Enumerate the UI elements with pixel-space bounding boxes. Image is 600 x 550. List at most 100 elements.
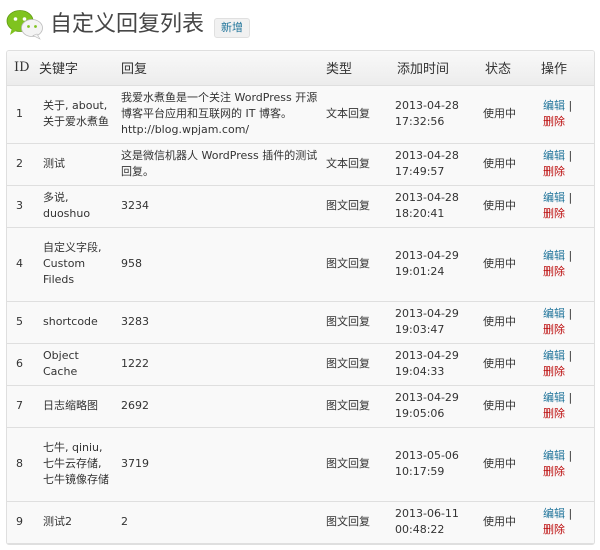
row-date: 2013-06-11 — [395, 507, 459, 520]
row-status: 使用中 — [479, 342, 535, 386]
reply-list-table: ID 关键字 回复 类型 添加时间 状态 操作 1 关于, about, 关于爱水… — [6, 50, 595, 545]
edit-link[interactable]: 编辑 — [543, 249, 565, 262]
action-separator: | — [568, 507, 573, 520]
row-reply: 我爱水煮鱼是一个关注 WordPress 开源博客平台应用和互联网的 IT 博客… — [115, 84, 320, 144]
delete-link[interactable]: 删除 — [543, 365, 565, 378]
row-date: 2013-04-29 — [395, 307, 459, 320]
edit-link[interactable]: 编辑 — [543, 99, 565, 112]
row-type: 文本回复 — [320, 142, 391, 186]
page-header: 自定义回复列表 新增 — [0, 0, 600, 48]
row-time: 19:05:06 — [395, 407, 445, 420]
row-reply: 3234 — [115, 184, 320, 228]
action-separator: | — [568, 99, 573, 112]
row-type: 图文回复 — [320, 300, 391, 344]
action-separator: | — [568, 307, 573, 320]
page-title: 自定义回复列表 — [50, 12, 205, 37]
action-separator: | — [568, 449, 573, 462]
row-reply: 2 — [115, 500, 320, 544]
row-date: 2013-04-29 — [395, 249, 459, 262]
row-reply: 1222 — [115, 342, 320, 386]
row-time: 17:49:57 — [395, 165, 445, 178]
reply-table: ID 关键字 回复 类型 添加时间 状态 操作 1 关于, about, 关于爱水… — [7, 51, 594, 544]
edit-link[interactable]: 编辑 — [543, 349, 565, 362]
table-row: 8 七牛, qiniu, 七牛云存储, 七牛镜像存储 3719 图文回复 2013-05… — [7, 426, 594, 502]
row-added-time: 2013-04-28 18:20:41 — [391, 184, 479, 228]
row-actions: 编辑 | 删除 — [535, 342, 594, 386]
row-time: 19:04:33 — [395, 365, 445, 378]
action-separator: | — [568, 149, 573, 162]
edit-link[interactable]: 编辑 — [543, 307, 565, 320]
row-actions: 编辑 | 删除 — [535, 184, 594, 228]
table-row: 4 自定义字段, Custom Fileds 958 图文回复 2013-04-29 19… — [7, 226, 594, 302]
row-id: 9 — [7, 500, 33, 544]
row-added-time: 2013-04-29 19:01:24 — [391, 226, 479, 302]
column-header-id[interactable]: ID — [7, 51, 33, 86]
row-date: 2013-04-28 — [395, 149, 459, 162]
row-actions: 编辑 | 删除 — [535, 142, 594, 186]
delete-link[interactable]: 删除 — [543, 265, 565, 278]
table-row: 6 Object Cache 1222 图文回复 2013-04-29 19:04:33 使… — [7, 342, 594, 386]
delete-link[interactable]: 删除 — [543, 407, 565, 420]
table-row: 3 多说, duoshuo 3234 图文回复 2013-04-28 18:20:41 使用… — [7, 184, 594, 228]
row-date: 2013-05-06 — [395, 449, 459, 462]
table-row: 1 关于, about, 关于爱水煮鱼 我爱水煮鱼是一个关注 WordPress 开… — [7, 84, 594, 144]
row-status: 使用中 — [479, 142, 535, 186]
table-row: 5 shortcode 3283 图文回复 2013-04-29 19:03:47 使用中编… — [7, 300, 594, 344]
row-keyword: 七牛, qiniu, 七牛云存储, 七牛镜像存储 — [33, 426, 115, 502]
row-time: 19:01:24 — [395, 265, 445, 278]
add-new-button[interactable]: 新增 — [214, 18, 250, 38]
row-id: 3 — [7, 184, 33, 228]
row-keyword: 日志缩略图 — [33, 384, 115, 428]
row-date: 2013-04-28 — [395, 99, 459, 112]
row-type: 图文回复 — [320, 500, 391, 544]
action-separator: | — [568, 391, 573, 404]
row-time: 19:03:47 — [395, 323, 445, 336]
row-actions: 编辑 | 删除 — [535, 226, 594, 302]
edit-link[interactable]: 编辑 — [543, 191, 565, 204]
table-row: 2 测试 这是微信机器人 WordPress 插件的测试回复。 文本回复 2013-04… — [7, 142, 594, 186]
row-id: 6 — [7, 342, 33, 386]
row-added-time: 2013-04-28 17:49:57 — [391, 142, 479, 186]
edit-link[interactable]: 编辑 — [543, 507, 565, 520]
delete-link[interactable]: 删除 — [543, 115, 565, 128]
row-status: 使用中 — [479, 84, 535, 144]
wechat-logo-icon — [6, 10, 43, 40]
table-body: 1 关于, about, 关于爱水煮鱼 我爱水煮鱼是一个关注 WordPress 开… — [7, 84, 594, 544]
delete-link[interactable]: 删除 — [543, 165, 565, 178]
edit-link[interactable]: 编辑 — [543, 391, 565, 404]
row-added-time: 2013-04-29 19:03:47 — [391, 300, 479, 344]
row-time: 18:20:41 — [395, 207, 445, 220]
edit-link[interactable]: 编辑 — [543, 149, 565, 162]
row-time: 00:48:22 — [395, 523, 445, 536]
row-id: 5 — [7, 300, 33, 344]
action-separator: | — [568, 249, 573, 262]
row-reply: 3283 — [115, 300, 320, 344]
row-id: 4 — [7, 226, 33, 302]
row-keyword: 多说, duoshuo — [33, 184, 115, 228]
delete-link[interactable]: 删除 — [543, 523, 565, 536]
delete-link[interactable]: 删除 — [543, 323, 565, 336]
delete-link[interactable]: 删除 — [543, 207, 565, 220]
row-keyword: shortcode — [33, 300, 115, 344]
column-header-type[interactable]: 类型 — [320, 51, 391, 86]
row-keyword: 关于, about, 关于爱水煮鱼 — [33, 84, 115, 144]
column-header-reply[interactable]: 回复 — [115, 51, 320, 86]
row-type: 文本回复 — [320, 84, 391, 144]
row-status: 使用中 — [479, 300, 535, 344]
column-header-keyword[interactable]: 关键字 — [33, 51, 115, 86]
column-header-actions[interactable]: 操作 — [535, 51, 594, 86]
column-header-status[interactable]: 状态 — [479, 51, 535, 86]
column-header-added-time[interactable]: 添加时间 — [391, 51, 479, 86]
row-keyword: 自定义字段, Custom Fileds — [33, 226, 115, 302]
row-actions: 编辑 | 删除 — [535, 384, 594, 428]
row-status: 使用中 — [479, 500, 535, 544]
delete-link[interactable]: 删除 — [543, 465, 565, 478]
row-status: 使用中 — [479, 184, 535, 228]
edit-link[interactable]: 编辑 — [543, 449, 565, 462]
row-type: 图文回复 — [320, 226, 391, 302]
row-type: 图文回复 — [320, 426, 391, 502]
row-type: 图文回复 — [320, 342, 391, 386]
row-status: 使用中 — [479, 384, 535, 428]
row-added-time: 2013-06-11 00:48:22 — [391, 500, 479, 544]
row-id: 2 — [7, 142, 33, 186]
